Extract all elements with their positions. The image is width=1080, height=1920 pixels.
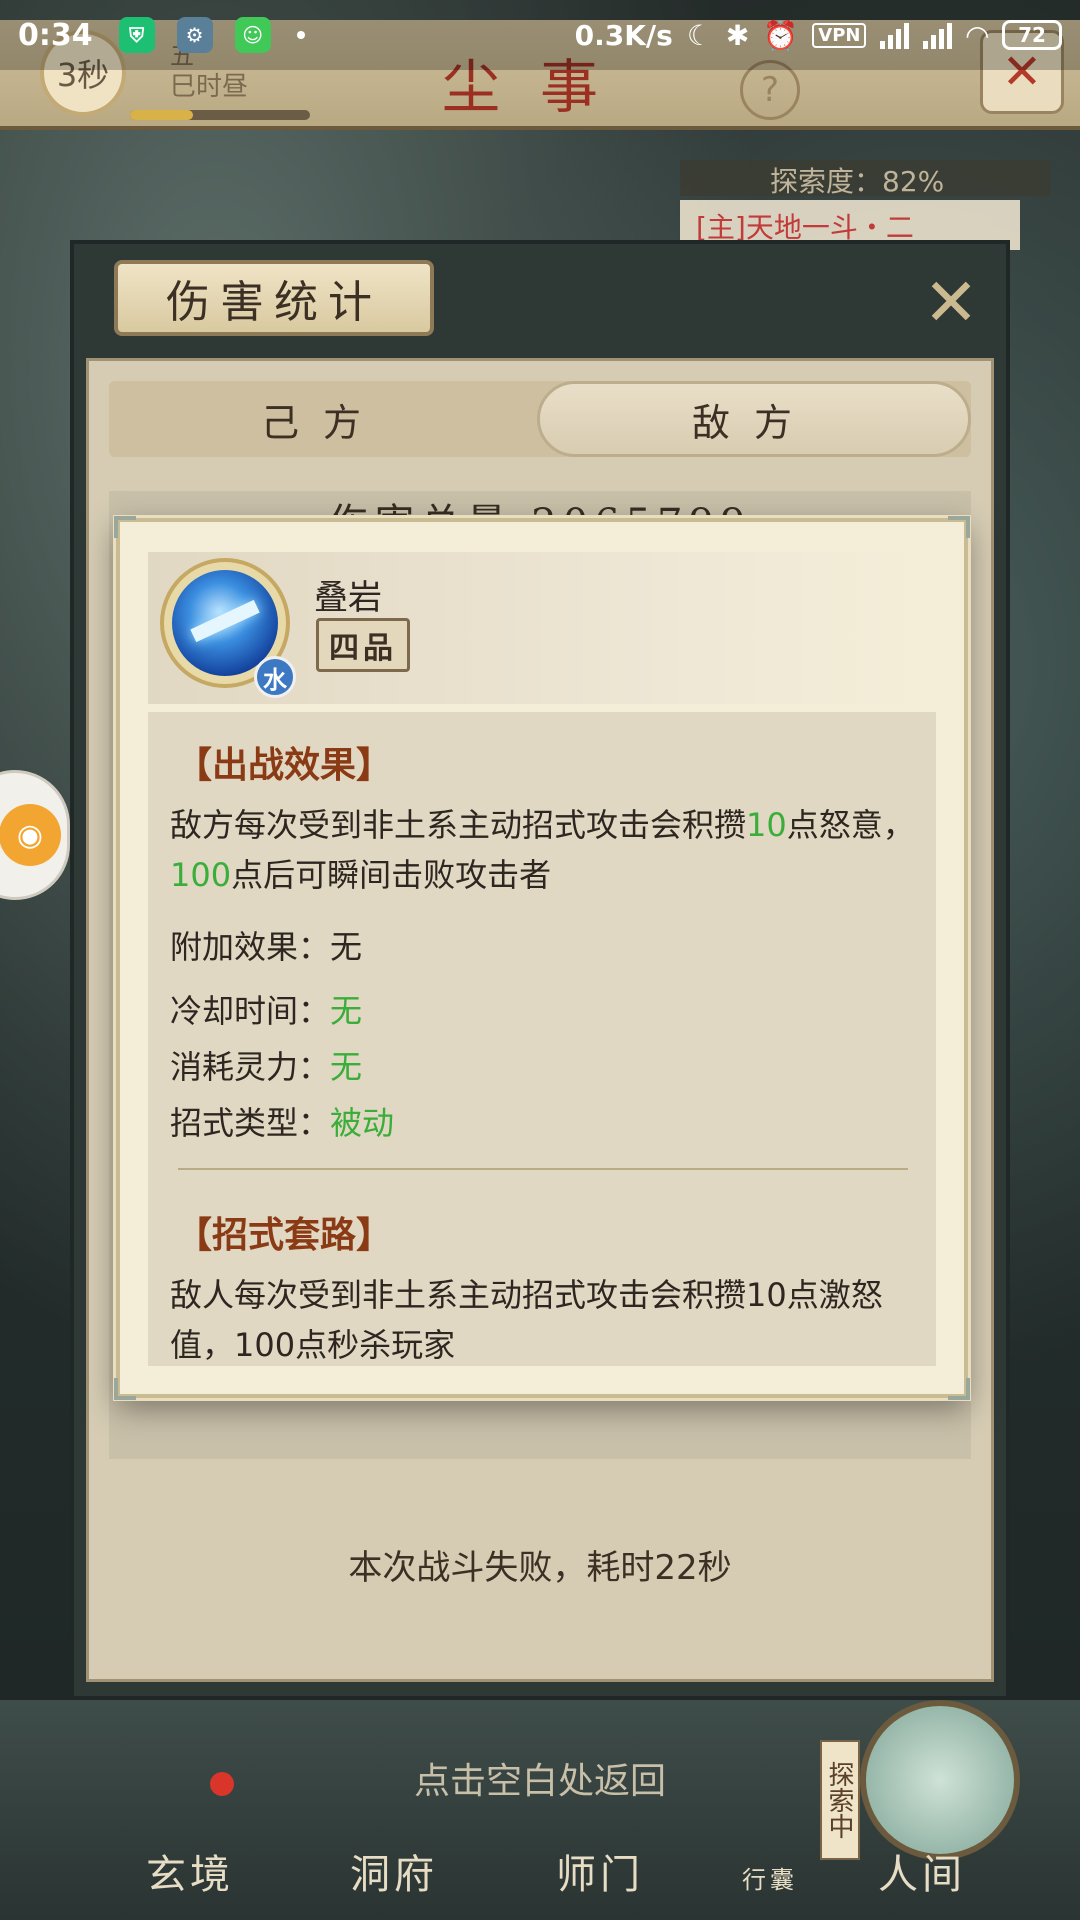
skill-rank-badge: 四品 (316, 618, 410, 672)
attr-label: 消耗灵力： (170, 1048, 331, 1086)
signal-hd-icon (923, 21, 953, 49)
attr-label: 招式类型： (170, 1104, 331, 1142)
effect-number: 10 (746, 806, 787, 844)
section-divider (178, 1168, 908, 1170)
attr-value: 无 (330, 1048, 363, 1086)
status-bar: 0:34 ⛨ ⚙ ☺ 0.3K/s ☾ ✱ ⏰ VPN ◠ 72 (0, 0, 1080, 70)
water-element-badge: 水 (254, 656, 296, 698)
exploring-tag: 探索中 (820, 1740, 860, 1860)
effect-text: 点后可瞬间击败攻击者 (231, 856, 552, 894)
battery-icon: 72 (1002, 20, 1062, 50)
attr-spirit-cost: 消耗灵力：无 (170, 1042, 916, 1088)
nav-xuanjing[interactable]: 玄境 (146, 1842, 234, 1900)
attr-label: 冷却时间： (170, 992, 331, 1030)
attr-label: 附加效果： (170, 928, 331, 966)
wifi-icon: ◠ (966, 18, 988, 52)
skill-header: 水 叠岩 四品 (148, 552, 936, 704)
routine-section-title: 【招式套路】 (176, 1214, 393, 1256)
bluetooth-icon: ✱ (725, 18, 750, 52)
skill-detail-popup: 水 叠岩 四品 【出战效果】 敌方每次受到非土系主动招式攻击会积攒10点怒意， 1… (114, 516, 970, 1400)
panel-title: 伤害统计 (114, 260, 434, 336)
effect-description: 敌方每次受到非土系主动招式攻击会积攒10点怒意， 100点后可瞬间击败攻击者 (170, 800, 916, 900)
attr-value: 被动 (330, 1104, 395, 1142)
tap-to-return-hint[interactable]: 点击空白处返回 (0, 1752, 1080, 1804)
attr-value: 无 (330, 928, 363, 966)
tab-enemy-side[interactable]: 敌方 (537, 381, 971, 457)
skill-name: 叠岩 (314, 578, 382, 618)
effect-section-title: 【出战效果】 (176, 744, 393, 786)
vpn-icon: VPN (812, 22, 867, 48)
signal-icon (880, 21, 910, 49)
skill-body: 【出战效果】 敌方每次受到非土系主动招式攻击会积攒10点怒意， 100点后可瞬间击… (148, 712, 936, 1366)
alarm-icon: ⏰ (763, 18, 799, 52)
battle-result: 本次战斗失败，耗时22秒 (348, 1548, 732, 1588)
settings-app-icon: ⚙ (176, 17, 213, 53)
attr-cooldown: 冷却时间：无 (170, 986, 916, 1032)
android-app-icon: ☺ (234, 17, 271, 53)
nav-shimen[interactable]: 师门 (556, 1842, 644, 1900)
nav-renjian[interactable]: 人间 (878, 1842, 966, 1900)
routine-description: 敌人每次受到非土系主动招式攻击会积攒10点激怒值，100点秒杀玩家 (170, 1276, 883, 1364)
attr-skill-type: 招式类型：被动 (170, 1098, 916, 1144)
corner-ornament (948, 1378, 970, 1400)
attr-extra-effect: 附加效果：无 (170, 922, 916, 968)
notification-dot-icon (296, 31, 305, 39)
attr-value: 无 (330, 992, 363, 1030)
corner-ornament (114, 1378, 136, 1400)
corner-ornament (948, 516, 970, 538)
side-tabs: 己方 敌方 (109, 381, 971, 457)
status-time: 0:34 (18, 17, 93, 53)
effect-number: 100 (170, 856, 232, 894)
effect-text: 敌方每次受到非土系主动招式攻击会积攒 (170, 806, 747, 844)
corner-ornament (114, 516, 136, 538)
close-icon[interactable]: ✕ (916, 270, 986, 340)
shield-app-icon: ⛨ (118, 17, 155, 53)
nav-xingnang[interactable]: 行囊 (742, 1860, 798, 1895)
skill-icon: 水 (154, 552, 296, 702)
gamepad-icon: ◉ (0, 804, 61, 866)
nav-dongfu[interactable]: 洞府 (350, 1842, 438, 1900)
explore-progress: 探索度：82% (680, 160, 1050, 198)
effect-text: 点怒意， (786, 806, 915, 844)
hud-progress-bar (130, 110, 310, 120)
network-speed: 0.3K/s (574, 18, 673, 52)
tab-own-side[interactable]: 己方 (109, 381, 537, 457)
hud-time-of-day: 巳时昼 (170, 72, 249, 102)
moon-icon: ☾ (686, 18, 712, 52)
